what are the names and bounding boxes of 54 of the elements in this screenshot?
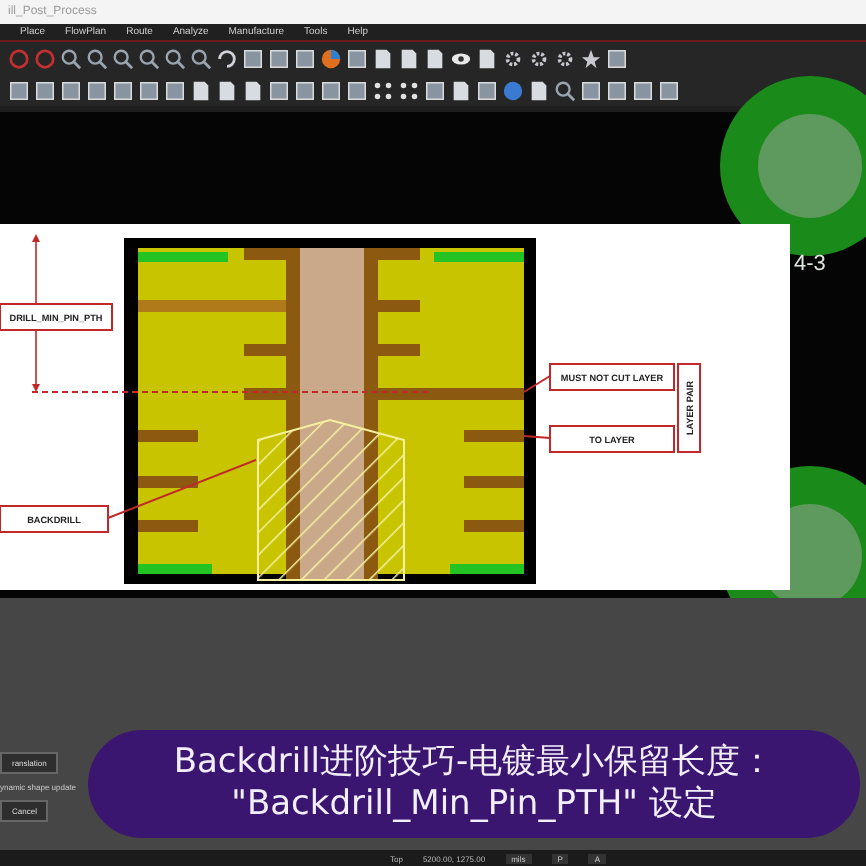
square-icon[interactable] <box>476 79 498 101</box>
document-icon[interactable] <box>242 79 264 101</box>
square-icon[interactable] <box>294 79 316 101</box>
square-icon[interactable] <box>346 79 368 101</box>
square-icon[interactable] <box>424 79 446 101</box>
square-icon[interactable] <box>606 47 628 69</box>
magnifier-icon[interactable] <box>164 47 186 69</box>
grid-icon[interactable] <box>398 79 420 101</box>
square-icon[interactable] <box>632 79 654 101</box>
document-icon[interactable] <box>372 47 394 69</box>
square-icon[interactable] <box>606 79 628 101</box>
grid-icon[interactable] <box>372 79 394 101</box>
document-icon[interactable] <box>476 47 498 69</box>
square-icon[interactable] <box>268 47 290 69</box>
ring-icon[interactable] <box>34 47 56 69</box>
square-icon[interactable] <box>60 79 82 101</box>
magnifier-icon[interactable] <box>190 47 212 69</box>
leader-line <box>523 375 551 393</box>
magnifier-icon[interactable] <box>60 47 82 69</box>
square-icon[interactable] <box>580 79 602 101</box>
subtitle-text: Backdrill进阶技巧-电镀最小保留长度： <box>173 742 775 784</box>
document-icon[interactable] <box>216 79 238 101</box>
gear-icon[interactable] <box>554 47 576 69</box>
pie-icon[interactable] <box>320 47 342 69</box>
document-icon[interactable] <box>398 47 420 69</box>
square-icon[interactable] <box>294 47 316 69</box>
gear-icon[interactable] <box>502 47 524 69</box>
circle-icon[interactable] <box>502 79 524 101</box>
square-icon[interactable] <box>268 79 290 101</box>
magnifier-icon[interactable] <box>86 47 108 69</box>
document-icon[interactable] <box>450 79 472 101</box>
gear-icon[interactable] <box>528 47 550 69</box>
document-icon[interactable] <box>424 47 446 69</box>
magnifier-icon[interactable] <box>138 47 160 69</box>
magnifier-icon[interactable] <box>554 79 576 101</box>
magnifier-icon[interactable] <box>112 47 134 69</box>
leader-line <box>523 435 551 439</box>
star-icon[interactable] <box>580 47 602 69</box>
square-icon[interactable] <box>34 79 56 101</box>
square-icon[interactable] <box>86 79 108 101</box>
square-icon[interactable] <box>112 79 134 101</box>
square-icon[interactable] <box>8 79 30 101</box>
square-icon[interactable] <box>320 79 342 101</box>
document-icon[interactable] <box>528 79 550 101</box>
square-icon[interactable] <box>658 79 680 101</box>
ring-icon[interactable] <box>8 47 30 69</box>
square-icon[interactable] <box>138 79 160 101</box>
pad-label: 4-3 <box>794 252 826 276</box>
refresh-icon[interactable] <box>216 47 238 69</box>
document-icon[interactable] <box>190 79 212 101</box>
square-icon[interactable] <box>242 47 264 69</box>
square-icon[interactable] <box>164 79 186 101</box>
square-icon[interactable] <box>346 47 368 69</box>
subtitle-text: "Backdrill_Min_Pin_PTH" 设定 <box>231 784 717 826</box>
